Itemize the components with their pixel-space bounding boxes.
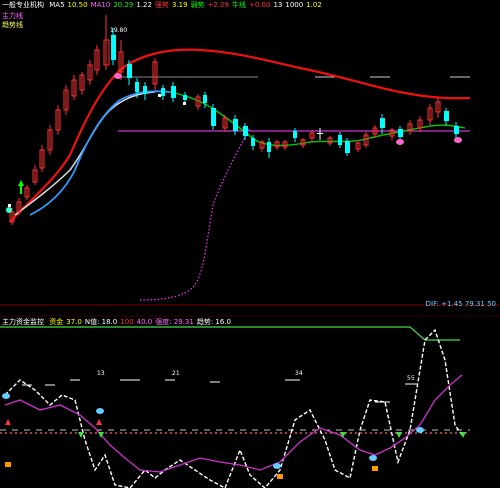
white-dot bbox=[158, 94, 161, 97]
candle[interactable] bbox=[309, 130, 315, 142]
candle[interactable] bbox=[87, 60, 93, 85]
header-segment: 趋势: 16.0 bbox=[196, 318, 231, 326]
candle[interactable] bbox=[243, 123, 248, 140]
oscillator-values: 资金 37.0 N值: 18.0 100 40.0 强度: 29.31 趋势: 16.0 bbox=[46, 318, 231, 326]
green-arrow-stem bbox=[20, 186, 22, 194]
candle[interactable] bbox=[63, 85, 69, 115]
candle[interactable] bbox=[259, 140, 265, 152]
candle[interactable] bbox=[39, 145, 45, 172]
oscillator-right-values: DIF: +1.45 79.31 50 bbox=[425, 300, 496, 308]
candle[interactable] bbox=[55, 105, 61, 135]
candle[interactable] bbox=[16, 198, 22, 215]
candle[interactable] bbox=[32, 165, 38, 185]
candle[interactable] bbox=[444, 108, 449, 125]
header-segment: 1000 bbox=[285, 1, 304, 9]
header-segment: 1.22 bbox=[136, 1, 152, 9]
candle[interactable] bbox=[103, 15, 110, 70]
peak-price-label: 19.80 bbox=[110, 27, 128, 34]
header-segment: 3.19 bbox=[171, 1, 188, 9]
pink-marker bbox=[454, 137, 462, 143]
orange-markers bbox=[5, 462, 378, 479]
marker-label: 34 bbox=[295, 370, 303, 377]
candle[interactable] bbox=[435, 98, 441, 118]
header-segment: 10.50 bbox=[67, 1, 88, 9]
candle[interactable] bbox=[355, 140, 361, 152]
header-segment: 100 bbox=[120, 318, 134, 326]
candle[interactable] bbox=[79, 72, 85, 95]
cyan-markers bbox=[2, 393, 424, 469]
price-panel[interactable] bbox=[6, 15, 471, 301]
header-segment: 1.02 bbox=[306, 1, 322, 9]
indicator-values: MA5 10.50 MA10 20.29 1.22 强势 3.19 弱势 +2.29 牛线 +0.0… bbox=[46, 1, 322, 9]
header-segment: 40.0 bbox=[136, 318, 153, 326]
candle[interactable] bbox=[143, 82, 147, 100]
candle[interactable] bbox=[427, 104, 433, 125]
oscillator-title: 主力资金监控 bbox=[2, 318, 44, 326]
sub-indicator-label-2: 趋势线 bbox=[2, 21, 23, 29]
candle[interactable] bbox=[47, 125, 53, 155]
header-segment: MA10 bbox=[90, 1, 111, 9]
header-segment: 牛线 bbox=[232, 1, 247, 9]
candle[interactable] bbox=[71, 75, 77, 100]
header-segment: 资金 bbox=[49, 318, 64, 326]
level-dashes bbox=[22, 379, 418, 403]
candle[interactable] bbox=[222, 115, 228, 132]
pink-marker bbox=[396, 139, 404, 145]
candle[interactable] bbox=[407, 120, 413, 135]
header-segment: 强度: 29.31 bbox=[155, 318, 194, 326]
candle[interactable] bbox=[94, 45, 100, 75]
marker-label: 55 bbox=[407, 375, 415, 382]
candle[interactable] bbox=[233, 115, 238, 135]
marker-label: 13 bbox=[97, 370, 105, 377]
candles-group[interactable] bbox=[9, 15, 459, 225]
header-segment: 20.29 bbox=[113, 1, 134, 9]
oscillator-header: 主力资金监控 资金 37.0 N值: 18.0 100 40.0 强度: 29.31 趋势:… bbox=[2, 318, 231, 327]
candle[interactable] bbox=[161, 85, 165, 100]
candle[interactable] bbox=[338, 132, 342, 148]
pink-dotted-line bbox=[139, 127, 251, 301]
candle[interactable] bbox=[398, 126, 403, 140]
pink-marker bbox=[114, 73, 122, 79]
ma-trend-line bbox=[29, 90, 171, 216]
candle[interactable] bbox=[454, 122, 459, 138]
chart-header: 一般专业机构 MA5 10.50 MA10 20.29 1.22 强势 3.19 弱势 +2.2… bbox=[2, 1, 322, 10]
white-dot bbox=[183, 102, 186, 105]
header-segment: +2.29 bbox=[207, 1, 230, 9]
candle[interactable] bbox=[24, 185, 30, 200]
candle[interactable] bbox=[417, 116, 423, 132]
cyan-marker bbox=[6, 207, 12, 213]
candle[interactable] bbox=[152, 58, 158, 90]
candle[interactable] bbox=[267, 138, 271, 158]
candle[interactable] bbox=[293, 128, 297, 142]
header-segment: 37.0 bbox=[66, 318, 82, 326]
candle[interactable] bbox=[317, 128, 323, 140]
header-segment: N值: 18.0 bbox=[84, 318, 118, 326]
stock-chart-canvas[interactable] bbox=[0, 0, 500, 488]
header-segment: 13 bbox=[273, 1, 283, 9]
header-segment: 弱势 bbox=[190, 1, 205, 9]
header-segment: 强势 bbox=[154, 1, 169, 9]
oscillator-panel[interactable] bbox=[0, 326, 470, 488]
white-dot bbox=[8, 204, 11, 207]
header-segment: MA5 bbox=[49, 1, 65, 9]
oscillator-purple-line bbox=[4, 374, 463, 473]
green-arrow-marker bbox=[18, 180, 24, 186]
oscillator-green-line bbox=[0, 326, 460, 341]
marker-label: 21 bbox=[172, 370, 180, 377]
indicator-title: 一般专业机构 bbox=[2, 1, 44, 9]
header-segment: +0.00 bbox=[249, 1, 271, 9]
candle[interactable] bbox=[171, 82, 176, 102]
sub-indicator-label: 主力线 bbox=[2, 12, 23, 20]
